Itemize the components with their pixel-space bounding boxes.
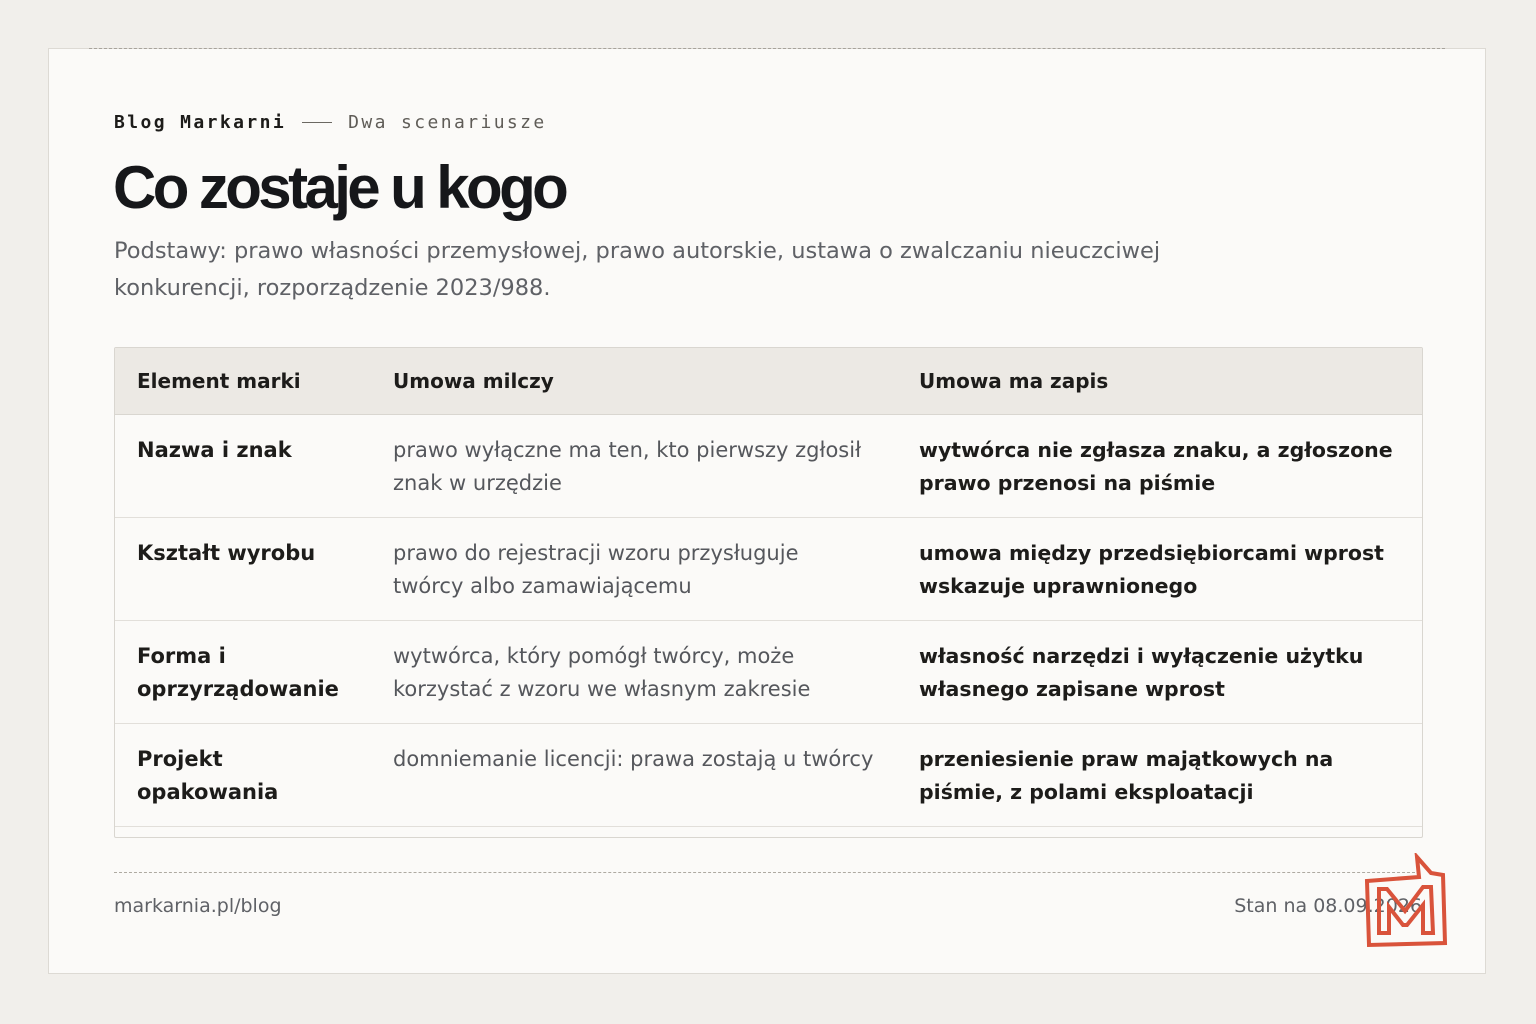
section-label: Dwa scenariusze [348,111,547,133]
page-title: Co zostaje u kogo [113,154,569,221]
m-logo-icon [1364,853,1448,948]
row-element: Projekt opakowania [115,723,371,827]
column-header-element: Element marki [115,348,371,415]
row-silent: wytwórca, który pomógł twórcy, może korz… [371,620,897,724]
breadcrumb-separator [302,121,333,123]
blog-brand: Blog Markarni [114,111,287,133]
top-divider [89,48,1445,49]
column-header-silent: Umowa milczy [371,348,897,415]
table-header-row: Element marki Umowa milczy Umowa ma zapi… [115,348,1422,415]
comparison-table: Element marki Umowa milczy Umowa ma zapi… [114,347,1423,838]
row-clause: wytwórca nie zgłasza znaku, a zgłoszone … [897,414,1422,518]
row-clause: przeniesienie praw majątkowych na piśmie… [897,723,1422,827]
row-silent: prawo wyłączne ma ten, kto pierwszy zgło… [371,414,897,518]
table-row: Kształt wyrobu prawo do rejestracji wzor… [115,517,1422,621]
row-element: Forma i oprzyrządowanie [115,620,371,724]
table-row: Projekt opakowania domniemanie licencji:… [115,723,1422,827]
table-row: Forma i oprzyrządowanie wytwórca, który … [115,620,1422,724]
table-row: Nazwa i znak prawo wyłączne ma ten, kto … [115,414,1422,518]
row-silent: domniemanie licencji: prawa zostają u tw… [371,723,897,827]
row-silent: prawo do rejestracji wzoru przysługuje t… [371,517,897,621]
breadcrumb: Blog Markarni Dwa scenariusze [114,111,547,133]
row-element: Kształt wyrobu [115,517,371,621]
column-header-clause: Umowa ma zapis [897,348,1422,415]
page-subtitle: Podstawy: prawo własności przemysłowej, … [114,238,1161,301]
blog-url-link[interactable]: markarnia.pl/blog [114,895,282,917]
bottom-divider [114,872,1420,873]
row-element: Nazwa i znak [115,414,371,518]
row-clause: umowa między przedsiębiorcami wprost wsk… [897,517,1422,621]
article-card: Blog Markarni Dwa scenariusze Co zostaje… [48,48,1486,974]
row-clause: własność narzędzi i wyłączenie użytku wł… [897,620,1422,724]
